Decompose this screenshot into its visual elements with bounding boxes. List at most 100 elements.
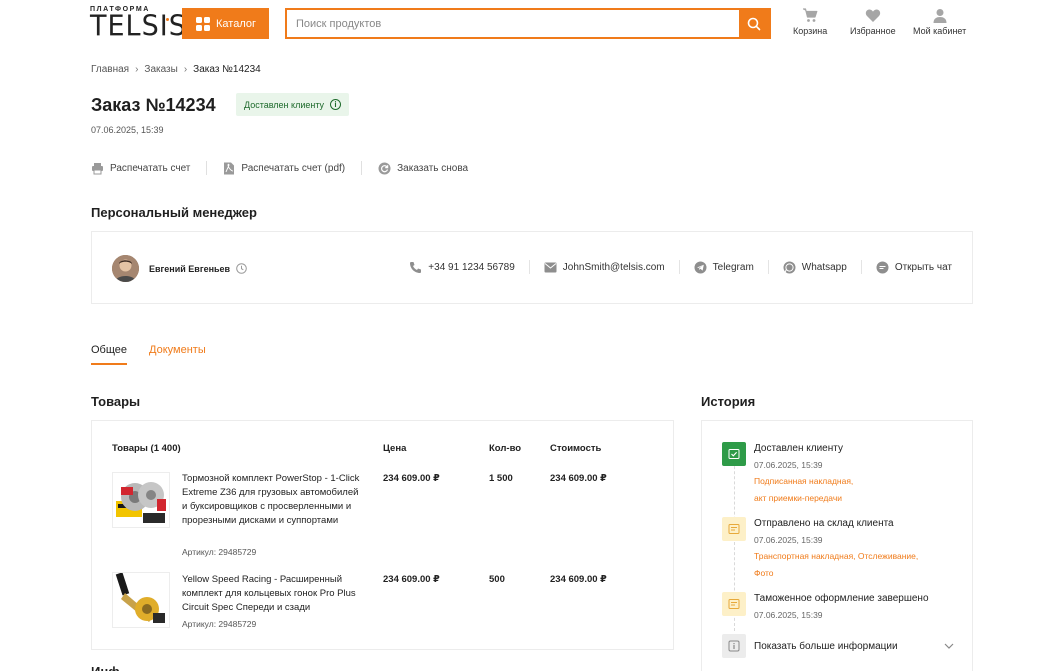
history-event-doc-link[interactable]: акт приемки-передачи <box>754 490 842 507</box>
logo-title: TELSIS <box>90 10 187 43</box>
history-event-doc-link[interactable]: Фото <box>754 565 774 582</box>
order-actions: Распечатать счет Распечатать счет (pdf) … <box>91 161 468 175</box>
info-icon <box>722 634 746 658</box>
print-invoice-label: Распечатать счет <box>110 162 191 174</box>
refresh-icon <box>378 162 391 174</box>
history-event-title: Отправлено на склад клиента <box>754 518 894 529</box>
divider <box>678 260 680 274</box>
status-badge: Доставлен клиенту i <box>236 93 350 116</box>
product-sku: Артикул: 29485729 <box>182 547 257 557</box>
chevron-down-icon <box>944 643 954 649</box>
divider <box>528 260 530 274</box>
breadcrumb-orders[interactable]: Заказы <box>144 64 177 75</box>
breadcrumb-home[interactable]: Главная <box>91 64 129 75</box>
goods-table: Товары (1 400) Цена Кол-во Стоимость Тор… <box>91 420 674 650</box>
catalog-button[interactable]: Каталог <box>182 8 269 39</box>
product-name[interactable]: Yellow Speed Racing - Расширенный компле… <box>182 573 362 615</box>
product-image[interactable] <box>112 472 170 528</box>
warehouse-icon <box>722 517 746 541</box>
search-button[interactable] <box>739 10 769 37</box>
search-icon <box>747 17 761 30</box>
history-event-title: Доставлен клиенту <box>754 443 843 454</box>
grid-icon <box>196 16 210 31</box>
manager-name: Евгений Евгеньев <box>149 263 247 274</box>
search-bar <box>285 8 771 39</box>
reorder-label: Заказать снова <box>397 162 469 174</box>
history-event-date: 07.06.2025, 15:39 <box>754 610 823 620</box>
chat-icon <box>876 261 889 273</box>
product-name[interactable]: Тормозной комплект PowerStop - 1-Click E… <box>182 472 362 528</box>
divider <box>361 161 363 175</box>
favorites-link[interactable]: Избранное <box>850 8 896 36</box>
whatsapp-text: Whatsapp <box>801 261 847 273</box>
column-header-goods: Товары (1 400) <box>112 443 181 454</box>
column-header-qty: Кол-во <box>489 443 522 454</box>
product-qty: 500 <box>489 574 505 585</box>
clock-icon[interactable] <box>236 263 247 274</box>
avatar <box>112 255 139 282</box>
history-event-doc-link[interactable]: Подписанная накладная, <box>754 473 853 490</box>
print-pdf-label: Распечатать счет (pdf) <box>241 162 346 174</box>
product-total: 234 609.00 ₽ <box>550 574 607 585</box>
show-more-button[interactable]: Показать больше информации <box>722 634 954 658</box>
cart-label: Корзина <box>793 26 828 36</box>
manager-card: Евгений Евгеньев +34 91 1234 56789 JohnS… <box>91 231 973 304</box>
page-title: Заказ №14234 <box>91 95 216 115</box>
open-chat-text: Открыть чат <box>894 261 952 273</box>
whatsapp-link[interactable]: Whatsapp <box>783 261 847 274</box>
show-more-label: Показать больше информации <box>754 640 898 652</box>
product-sku: Артикул: 29485729 <box>182 619 257 629</box>
printer-icon <box>92 162 103 174</box>
product-price: 234 609.00 ₽ <box>383 473 440 484</box>
goods-section-title: Товары <box>91 394 141 409</box>
history-event-title: Таможенное оформление завершено <box>754 593 929 604</box>
manager-section-title: Персональный менеджер <box>91 205 257 220</box>
email-link[interactable]: JohnSmith@telsis.com <box>544 262 665 273</box>
user-icon <box>933 9 947 23</box>
reorder-button[interactable]: Заказать снова <box>378 162 468 175</box>
header: ПЛАТФОРМА TELSIS Каталог Корзина Избранн… <box>0 0 1057 50</box>
manager-name-text: Евгений Евгеньев <box>149 263 231 274</box>
whatsapp-icon <box>783 261 796 273</box>
status-label: Доставлен клиенту <box>244 99 325 110</box>
next-section-title: Инф <box>91 664 120 671</box>
cart-link[interactable]: Корзина <box>793 8 827 36</box>
history-event-doc-link[interactable]: Транспортная накладная, Отслеживание, <box>754 548 918 565</box>
customs-icon <box>722 592 746 616</box>
open-chat-link[interactable]: Открыть чат <box>876 261 952 274</box>
breadcrumb-current: Заказ №14234 <box>193 64 261 75</box>
chevron-right-icon: › <box>183 64 188 75</box>
tab-general[interactable]: Общее <box>91 344 128 365</box>
history-section-title: История <box>701 394 756 409</box>
logo-dot <box>166 18 169 21</box>
order-date: 07.06.2025, 15:39 <box>91 125 164 135</box>
telegram-icon <box>694 261 707 273</box>
heart-icon <box>865 9 880 22</box>
account-label: Мой кабинет <box>913 26 967 36</box>
telegram-link[interactable]: Telegram <box>694 261 754 274</box>
telegram-text: Telegram <box>712 261 754 273</box>
tabs: Общее Документы <box>91 344 228 365</box>
product-image[interactable] <box>112 572 170 628</box>
manager-contacts: +34 91 1234 56789 JohnSmith@telsis.com T… <box>409 260 952 274</box>
logo[interactable]: ПЛАТФОРМА TELSIS <box>90 6 186 42</box>
chevron-right-icon: › <box>135 64 139 75</box>
phone-link[interactable]: +34 91 1234 56789 <box>409 261 515 274</box>
search-input[interactable] <box>287 10 739 37</box>
account-link[interactable]: Мой кабинет <box>913 8 966 36</box>
product-qty: 1 500 <box>489 473 513 484</box>
divider <box>206 161 208 175</box>
column-header-price: Цена <box>383 443 407 454</box>
tab-documents[interactable]: Документы <box>149 344 206 365</box>
catalog-label: Каталог <box>216 17 256 30</box>
cart-icon <box>803 8 818 22</box>
phone-icon <box>410 261 422 273</box>
divider <box>860 260 862 274</box>
phone-text: +34 91 1234 56789 <box>428 261 515 273</box>
print-pdf-button[interactable]: Распечатать счет (pdf) <box>223 162 345 175</box>
product-total: 234 609.00 ₽ <box>550 473 607 484</box>
history-event-date: 07.06.2025, 15:39 <box>754 460 823 470</box>
print-invoice-button[interactable]: Распечатать счет <box>91 162 190 175</box>
mail-icon <box>544 262 557 272</box>
info-icon[interactable]: i <box>330 99 342 110</box>
